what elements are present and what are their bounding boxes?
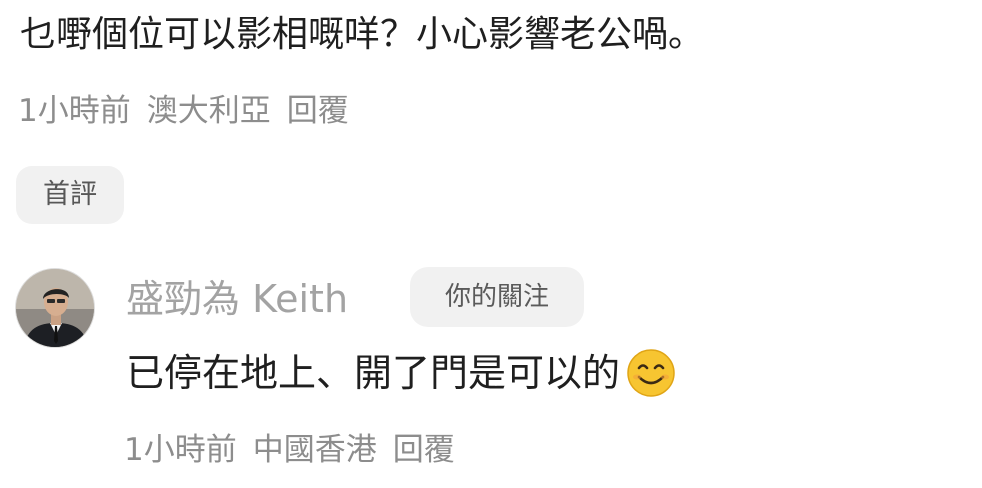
reply-button[interactable]: 回覆 xyxy=(393,431,455,469)
comment-author-name[interactable]: 盛勁為 Keith xyxy=(126,276,348,322)
smiling-face-emoji-icon xyxy=(626,348,676,398)
comment-meta: 1小時前 澳大利亞 回覆 xyxy=(18,92,349,130)
following-badge: 你的關注 xyxy=(410,267,584,327)
comment-time: 1小時前 xyxy=(18,93,131,129)
first-comment-badge: 首評 xyxy=(16,166,124,224)
comment-location: 澳大利亞 xyxy=(146,93,271,129)
reply-comment: 已停在地上、開了門是可以的 xyxy=(126,348,676,398)
reply-time: 1小時前 xyxy=(124,432,237,468)
avatar[interactable] xyxy=(15,268,95,348)
reply-meta: 1小時前 中國香港 回覆 xyxy=(124,431,455,469)
comment-thread: 乜嘢個位可以影相嘅咩？小心影響老公喎。 1小時前 澳大利亞 回覆 首評 盛勁為 … xyxy=(0,0,982,488)
reply-comment-text: 已停在地上、開了門是可以的 xyxy=(126,351,621,395)
reply-button[interactable]: 回覆 xyxy=(287,92,349,130)
reply-location: 中國香港 xyxy=(252,432,377,468)
comment-text: 乜嘢個位可以影相嘅咩？小心影響老公喎。 xyxy=(20,14,705,55)
